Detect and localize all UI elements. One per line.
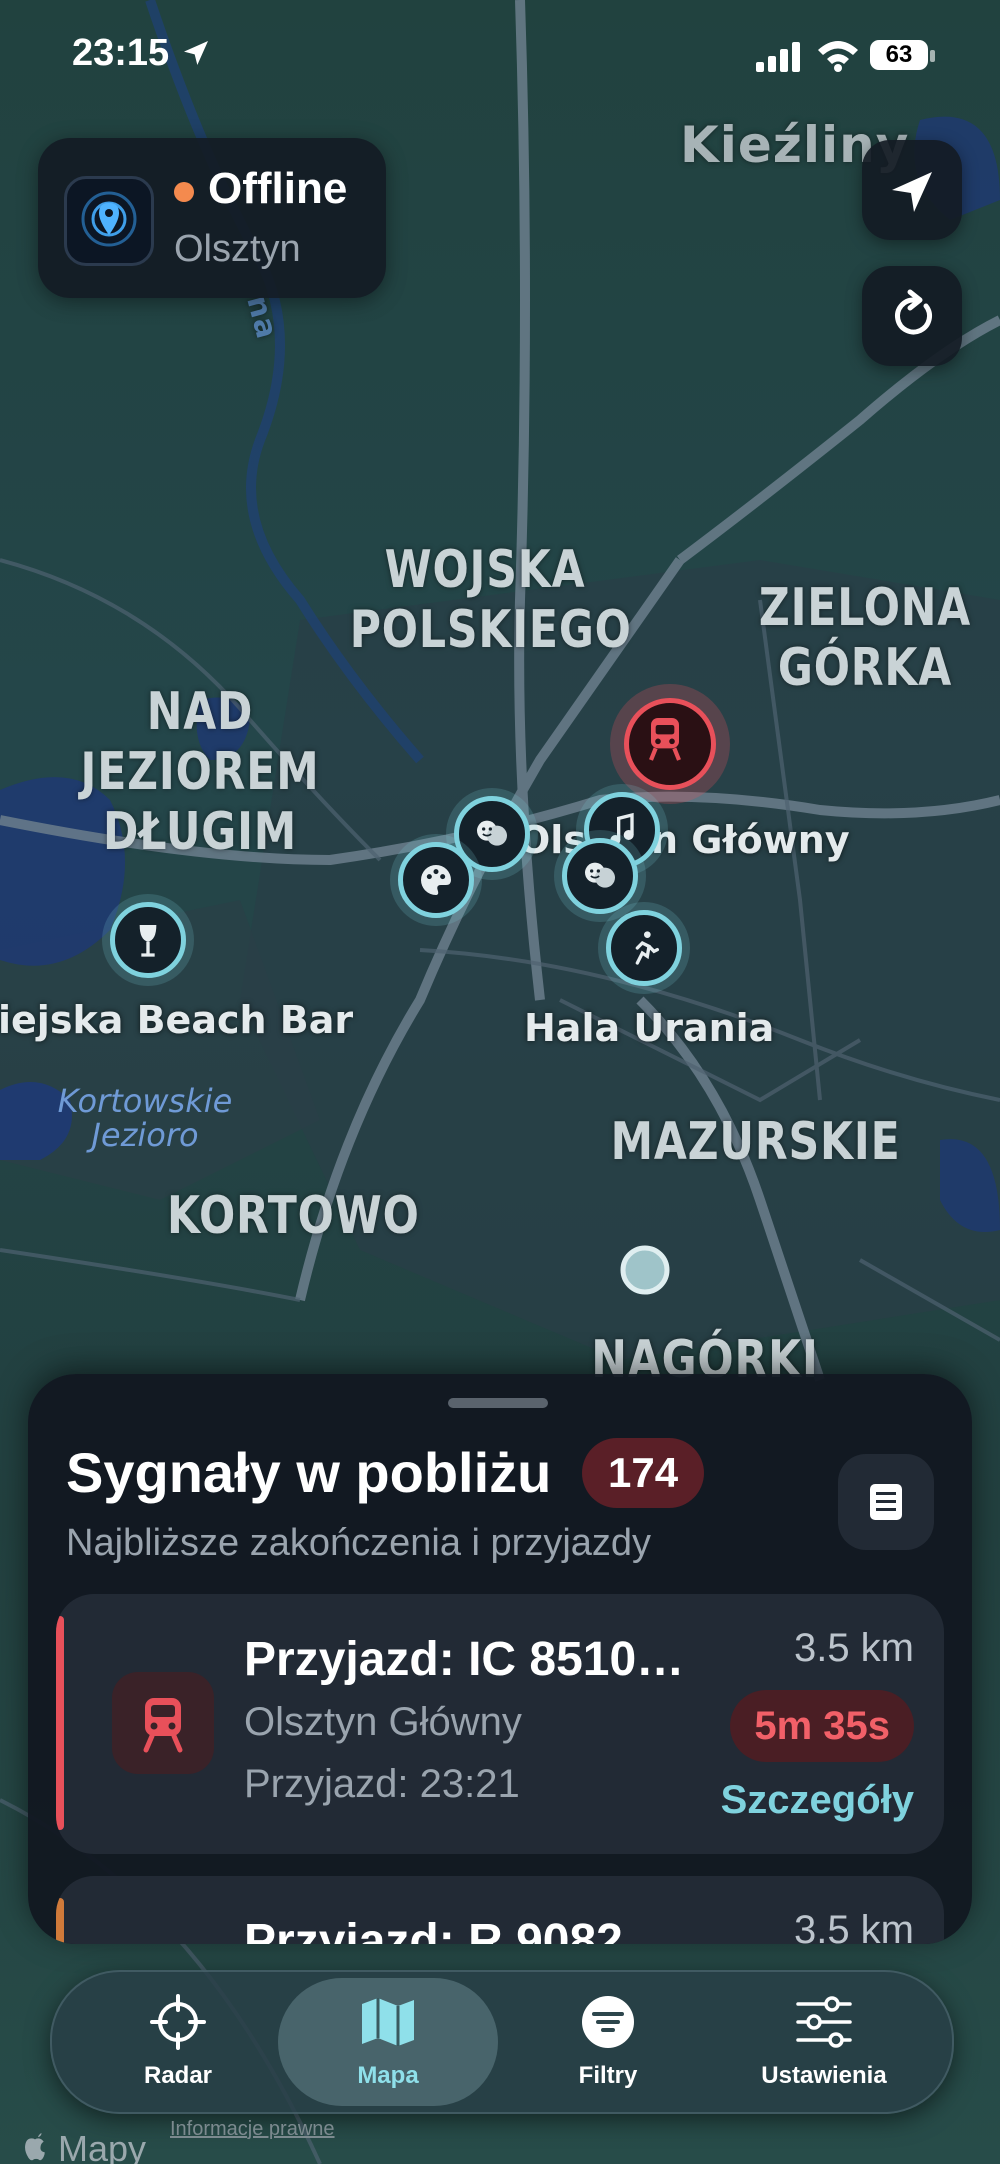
crosshair-icon — [150, 1994, 206, 2050]
signal-title: Przyjazd: IC 8510… — [244, 1633, 685, 1686]
location-pin-icon — [81, 191, 137, 247]
running-marker[interactable] — [606, 910, 682, 986]
signal-distance: 3.5 km — [793, 1908, 914, 1944]
connection-status: Offline — [208, 164, 348, 213]
city-name: Olsztyn — [174, 228, 301, 270]
list-icon — [870, 1484, 902, 1520]
wine-icon — [139, 925, 157, 957]
tab-filtry[interactable]: Filtry — [498, 1978, 718, 2106]
signal-time: Przyjazd: 23:21 — [244, 1762, 520, 1806]
tab-label: Filtry — [578, 2062, 638, 2089]
app-icon — [64, 176, 154, 266]
tab-mapa[interactable]: Mapa — [278, 1978, 498, 2106]
cellular-signal-icon — [756, 42, 800, 72]
theater-icon — [585, 862, 615, 888]
screen: Kieźliny na WOJSKA POLSKIEGO ZIELONA GÓR… — [0, 0, 1000, 2164]
battery-indicator: 63 — [870, 40, 928, 70]
signal-card[interactable]: Przyjazd: R 9082 3.5 km — [56, 1876, 944, 1944]
train-icon — [649, 718, 681, 761]
tab-label: Ustawienia — [761, 2062, 887, 2089]
tab-ustawienia[interactable]: Ustawienia — [714, 1978, 934, 2106]
signal-type-icon-box — [112, 1672, 214, 1774]
location-arrow-icon — [183, 41, 208, 65]
apple-logo-icon — [25, 2132, 45, 2161]
locate-me-button[interactable] — [862, 140, 962, 240]
signal-card[interactable]: Przyjazd: IC 8510… Olsztyn Główny Przyja… — [56, 1594, 944, 1854]
maps-attribution: Mapy — [22, 2128, 146, 2164]
map-label-zielona-gorka: ZIELONA GÓRKA — [758, 578, 972, 698]
palette-marker[interactable] — [398, 842, 474, 918]
status-time: 23:15 — [72, 32, 212, 75]
refresh-icon — [895, 289, 932, 335]
signal-accent-bar — [56, 1616, 64, 1830]
signal-title: Przyjazd: R 9082 — [244, 1915, 623, 1944]
train-marker[interactable] — [624, 698, 716, 790]
train-icon — [143, 1698, 183, 1753]
signal-countdown: 5m 35s — [730, 1690, 914, 1762]
status-card[interactable]: Offline Olsztyn — [38, 138, 386, 298]
offline-dot — [174, 182, 194, 202]
sheet-title: Sygnały w pobliżu — [66, 1441, 552, 1504]
palette-icon — [420, 865, 451, 895]
tab-label: Mapa — [357, 2062, 419, 2089]
signal-place: Olsztyn Główny — [244, 1700, 522, 1744]
map-label-mazurskie: MAZURSKIE — [610, 1112, 901, 1172]
map-label-wojska-polskiego: WOJSKA POLSKIEGO — [349, 540, 632, 660]
tab-bar: Radar Mapa Filtry Ustawienia — [50, 1970, 954, 2114]
list-view-button[interactable] — [838, 1454, 934, 1550]
legal-link[interactable]: Informacje prawne — [170, 2118, 335, 2141]
signal-accent-bar — [56, 1898, 64, 1944]
wifi-icon — [818, 41, 858, 72]
wine-marker[interactable] — [110, 902, 186, 978]
poi-label-hala-urania[interactable]: Hala Urania — [524, 1006, 774, 1050]
map-label-kortowskie-jezioro: Kortowskie Jezioro — [57, 1082, 233, 1154]
battery-cap — [930, 50, 935, 62]
sheet-grabber[interactable] — [448, 1398, 548, 1408]
theater-marker-2[interactable] — [562, 838, 638, 914]
signal-details-link[interactable]: Szczegóły — [721, 1778, 914, 1823]
filter-icon — [582, 1996, 634, 2048]
map-icon — [362, 1998, 414, 2046]
sheet-subtitle: Najbliższe zakończenia i przyjazdy — [66, 1522, 652, 1564]
map-label-nad-jeziorem: NAD JEZIOREM DŁUGIM — [80, 682, 320, 862]
nearby-signals-sheet[interactable]: Sygnały w pobliżu 174 Najbliższe zakończ… — [28, 1374, 972, 1944]
sliders-icon — [796, 1996, 852, 2048]
tab-label: Radar — [143, 2062, 213, 2089]
signals-count-badge: 174 — [582, 1438, 705, 1508]
signal-distance: 3.5 km — [793, 1626, 914, 1670]
tab-radar[interactable]: Radar — [68, 1978, 288, 2106]
refresh-button[interactable] — [862, 266, 962, 366]
map-label-kortowo: KORTOWO — [167, 1186, 420, 1246]
running-icon — [635, 931, 659, 965]
theater-icon — [477, 820, 507, 846]
location-arrow-icon — [892, 172, 932, 212]
poi-label-beach-bar[interactable]: iejska Beach Bar — [0, 998, 353, 1042]
